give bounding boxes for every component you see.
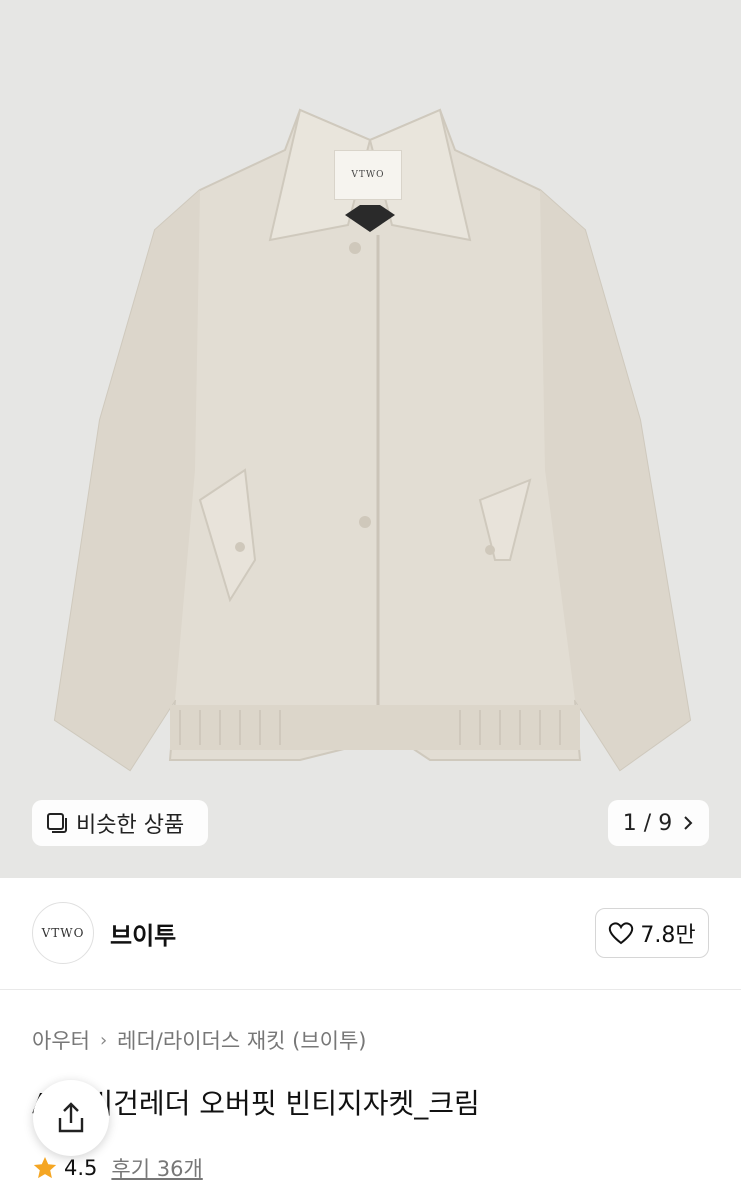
square-stack-icon xyxy=(47,813,67,833)
brand-tag: VTWO xyxy=(334,150,402,200)
brand-tag-text: VTWO xyxy=(351,170,385,180)
share-upload-icon xyxy=(58,1102,84,1133)
brand-logo[interactable]: VTWO xyxy=(32,902,94,964)
brand-logo-text: VTWO xyxy=(41,926,85,940)
star-icon xyxy=(33,1156,57,1179)
breadcrumb: 아우터 › 레더/라이더스 재킷 (브이투) xyxy=(32,1025,367,1055)
share-button[interactable] xyxy=(33,1080,109,1156)
heart-outline-icon xyxy=(609,922,634,945)
page-indicator-text: 1 / 9 xyxy=(622,810,673,836)
like-count: 7.8만 xyxy=(640,923,696,948)
chevron-right-icon xyxy=(684,816,693,830)
image-page-indicator[interactable]: 1 / 9 xyxy=(608,800,709,846)
product-photo xyxy=(0,0,741,878)
rating-score: 4.5 xyxy=(64,1156,98,1180)
breadcrumb-item-subcategory[interactable]: 레더/라이더스 재킷 (브이투) xyxy=(117,1025,366,1055)
similar-products-button[interactable]: 비슷한 상품 xyxy=(32,800,208,846)
product-rating: 4.5 후기 36개 xyxy=(32,1153,203,1183)
like-button[interactable]: 7.8만 xyxy=(595,908,709,958)
similar-products-label: 비슷한 상품 xyxy=(76,813,185,838)
brand-row: VTWO 브이투 7.8만 xyxy=(0,878,741,990)
chevron-right-icon: › xyxy=(99,1029,108,1051)
reviews-link[interactable]: 후기 36개 xyxy=(111,1153,202,1183)
breadcrumb-item-category[interactable]: 아우터 xyxy=(32,1025,90,1055)
product-image-gallery[interactable]: VTWO 비슷한 상품 1 / 9 xyxy=(0,0,741,878)
brand-name[interactable]: 브이투 xyxy=(110,916,176,951)
